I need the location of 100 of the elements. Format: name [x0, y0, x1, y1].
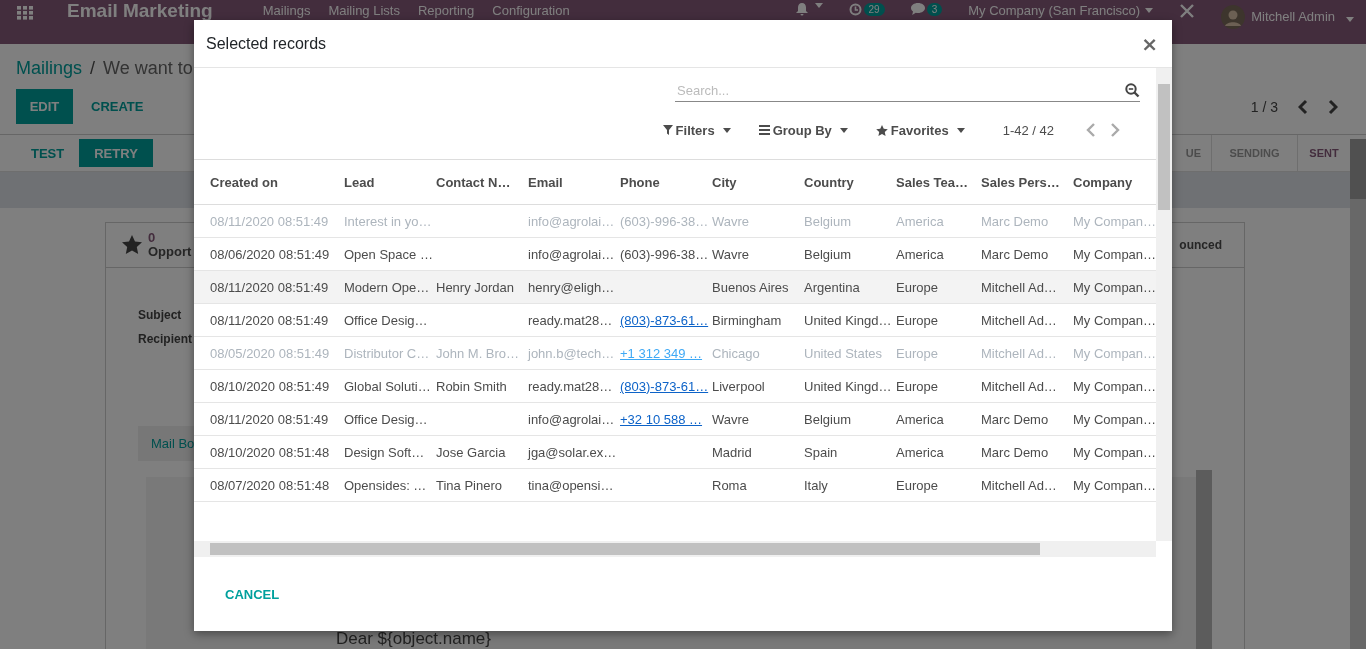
- table-cell: (603)-996-38…: [620, 246, 709, 262]
- caret-icon: [956, 127, 965, 133]
- table-cell: Design Soft…: [344, 444, 425, 460]
- table-cell: United Kingd…: [804, 378, 892, 394]
- table-cell: My Compan…: [1073, 213, 1157, 229]
- dialog-title: Selected records: [206, 34, 327, 53]
- menu-item[interactable]: Configuration: [492, 4, 570, 18]
- bell-icon: [795, 3, 808, 16]
- filter-dropdown[interactable]: Favorites: [861, 122, 979, 138]
- table-cell: 08/11/2020 08:51:49: [210, 279, 329, 295]
- body-text: Dear ${object.name}: [336, 629, 492, 649]
- table-cell: My Compan…: [1073, 444, 1157, 460]
- phone-link[interactable]: (803)-873-61…: [620, 312, 709, 328]
- table-cell: Chicago: [712, 345, 760, 361]
- table-cell: Distributor C…: [344, 345, 430, 361]
- column-header[interactable]: Email: [528, 160, 620, 205]
- filter-dropdown[interactable]: Group By: [744, 122, 862, 138]
- company-switcher[interactable]: My Company (San Francisco): [968, 4, 1154, 18]
- menu-item[interactable]: Reporting: [417, 4, 475, 18]
- column-header[interactable]: Country: [804, 160, 896, 205]
- caret-icon: [722, 127, 731, 133]
- caret-icon: [814, 3, 823, 8]
- list-icon: [758, 125, 770, 135]
- table-cell: United Kingd…: [804, 312, 892, 328]
- table-row[interactable]: 08/10/2020 08:51:49 Global Soluti… Robin Smith ready.mat28… (803)-873-61… Liverpool United Kingd… Europe Mitchell Ad… My Compan…: [194, 369, 1157, 403]
- apps-menu-icon[interactable]: [17, 6, 33, 20]
- stat-value: 0: [148, 230, 157, 245]
- stat-label: Opport: [148, 244, 192, 259]
- close-button[interactable]: ×: [1139, 31, 1160, 56]
- table-row[interactable]: 08/06/2020 08:51:49 Open Space … info@agrolai… (603)-996-38… Wavre Belgium America Marc Demo My Compan…: [194, 237, 1157, 271]
- caret-icon: [1346, 16, 1354, 22]
- table-cell: Argentina: [804, 279, 860, 295]
- table-cell: Europe: [896, 477, 938, 493]
- search-field[interactable]: Search...: [675, 80, 1125, 101]
- table-cell: info@agrolai…: [528, 411, 615, 427]
- column-header[interactable]: City: [712, 160, 804, 205]
- table-cell: America: [896, 444, 944, 460]
- table-row[interactable]: 08/10/2020 08:51:48 Design Soft… Jose Garcia jga@solar.ex… Madrid Spain America Marc Demo My Compan…: [194, 435, 1157, 469]
- column-header[interactable]: Created on: [194, 160, 344, 205]
- star-icon: [875, 124, 888, 136]
- caret-icon: [1145, 8, 1154, 13]
- clock-icon: [848, 3, 862, 16]
- table-cell: My Compan…: [1073, 312, 1157, 328]
- table-row[interactable]: 08/11/2020 08:51:49 Office Desig… info@agrolai… +32 10 588 … Wavre Belgium America Marc Demo My Compan…: [194, 402, 1157, 436]
- notification-button[interactable]: [795, 3, 823, 16]
- table-cell: Europe: [896, 279, 938, 295]
- table-cell: My Compan…: [1073, 246, 1157, 262]
- table-cell: Belgium: [804, 246, 851, 262]
- table-row[interactable]: 08/11/2020 08:51:49 Modern Ope… Henry Jordan henry@eligh… Buenos Aires Argentina Europe Mitchell Ad… My Compan…: [194, 270, 1157, 304]
- previous-icon[interactable]: [1298, 98, 1308, 115]
- table-cell: Liverpool: [712, 378, 765, 394]
- table-cell: info@agrolai…: [528, 246, 615, 262]
- table-cell: My Compan…: [1073, 345, 1157, 361]
- table-cell: 08/06/2020 08:51:49: [210, 246, 330, 262]
- phone-link[interactable]: +32 10 588 …: [620, 411, 703, 427]
- pager-value: 1-42 / 42: [1002, 122, 1054, 138]
- next-icon[interactable]: [1328, 98, 1338, 115]
- table-row[interactable]: 08/07/2020 08:51:48 Opensides: … Tina Pinero tina@opensi… Roma Italy Europe Mitchell Ad… My Compan…: [194, 468, 1157, 502]
- table-cell: Wavre: [712, 246, 750, 262]
- table-cell: 08/11/2020 08:51:49: [210, 213, 329, 229]
- column-header[interactable]: Contact N…: [436, 160, 528, 205]
- table-cell: United States: [804, 345, 883, 361]
- table-cell: Mitchell Ad…: [981, 378, 1057, 394]
- filter-dropdown[interactable]: Filters: [648, 122, 745, 138]
- table-cell: Robin Smith: [436, 378, 507, 394]
- previous-icon[interactable]: [1086, 122, 1096, 138]
- table-cell: My Compan…: [1073, 279, 1157, 295]
- field-label: Subject: [138, 307, 182, 324]
- table-cell: Roma: [712, 477, 747, 493]
- table-row[interactable]: 08/11/2020 08:51:49 Office Desig… ready.mat28… (803)-873-61… Birmingham United Kingd… Europe Mitchell Ad… My Compan…: [194, 303, 1157, 337]
- scrollbar[interactable]: [1196, 470, 1212, 649]
- table-cell: Jose Garcia: [436, 444, 506, 460]
- table-cell: America: [896, 246, 944, 262]
- table-cell: 08/11/2020 08:51:49: [210, 312, 329, 328]
- menu-item[interactable]: Mailing Lists: [328, 4, 400, 18]
- column-header[interactable]: Phone: [620, 160, 712, 205]
- next-icon[interactable]: [1110, 122, 1120, 138]
- phone-link[interactable]: (803)-873-61…: [620, 378, 709, 394]
- star-icon: [122, 235, 142, 255]
- scrollbar[interactable]: [194, 541, 1156, 557]
- scrollbar[interactable]: [1350, 139, 1366, 649]
- scrollbar[interactable]: [1156, 68, 1172, 541]
- table-cell: My Compan…: [1073, 477, 1157, 493]
- table-cell: Marc Demo: [981, 411, 1049, 427]
- table-cell: Open Space …: [344, 246, 433, 262]
- chat-bubble-icon: [910, 3, 925, 15]
- search-icon[interactable]: [1125, 83, 1140, 98]
- table-cell: john.b@tech…: [528, 345, 615, 361]
- column-header[interactable]: Sales Tea…: [896, 160, 981, 205]
- user-menu[interactable]: Mitchell Admin: [1221, 5, 1354, 29]
- cancel-button[interactable]: CANCEL: [210, 578, 295, 610]
- column-header[interactable]: Lead: [344, 160, 436, 205]
- stat-button[interactable]: 0 Opport: [106, 223, 197, 267]
- caret-icon: [839, 127, 848, 133]
- menu-item[interactable]: Mailings: [262, 4, 311, 18]
- table-cell: America: [896, 411, 944, 427]
- table-cell: My Compan…: [1073, 411, 1157, 427]
- field-label: Recipient: [138, 331, 192, 348]
- column-header[interactable]: Sales Pers…: [981, 160, 1073, 205]
- table-cell: Mitchell Ad…: [981, 312, 1057, 328]
